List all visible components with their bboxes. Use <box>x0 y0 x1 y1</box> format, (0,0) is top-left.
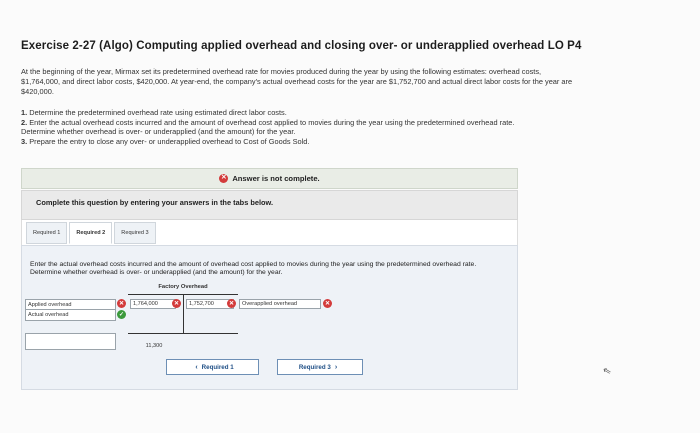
tab-required-3[interactable]: Required 3 <box>114 222 156 244</box>
debit-amount-input[interactable]: 1,764,000 <box>130 299 176 309</box>
prev-required-button[interactable]: ‹ Required 1 <box>166 359 259 375</box>
balance-amount[interactable]: 11,300 <box>130 341 178 351</box>
chevron-right-icon: › <box>334 363 338 371</box>
t-account-bottom-line <box>128 333 238 334</box>
cursor-icon: ⇖ <box>601 365 613 378</box>
next-required-button[interactable]: Required 3 › <box>277 359 363 375</box>
step-3: 3. Prepare the entry to close any over- … <box>21 136 310 146</box>
error-icon: ✕ <box>227 299 236 308</box>
blank-label-field[interactable] <box>25 333 116 350</box>
t-account-divider <box>183 294 184 334</box>
check-icon: ✓ <box>117 310 126 319</box>
complete-instructions: Complete this question by entering your … <box>21 190 518 220</box>
tab-required-1[interactable]: Required 1 <box>26 222 68 244</box>
error-icon: ✕ <box>323 299 332 308</box>
chevron-left-icon: ‹ <box>195 363 198 371</box>
answer-status-bar: ✕ Answer is not complete. <box>21 168 518 189</box>
step-1: 1. Determine the predetermined overhead … <box>21 108 287 117</box>
error-icon: ✕ <box>219 174 229 183</box>
tab-bar: Required 1 Required 2 Required 3 <box>26 222 158 244</box>
answer-status-text: Answer is not complete. <box>232 174 320 183</box>
row-label-column: Applied overhead Actual overhead <box>25 299 116 321</box>
error-icon: ✕ <box>117 299 126 308</box>
over-under-dropdown[interactable]: Overapplied overhead <box>239 299 321 309</box>
t-account-title: Factory Overhead <box>158 284 208 290</box>
error-icon: ✕ <box>172 299 181 308</box>
tab-required-2[interactable]: Required 2 <box>69 222 113 244</box>
step-2: 2. Enter the actual overhead costs incur… <box>21 117 515 137</box>
exercise-title: Exercise 2-27 (Algo) Computing applied o… <box>21 40 582 52</box>
exercise-intro: At the beginning of the year, Mirmax set… <box>21 67 573 96</box>
actual-overhead-dropdown[interactable]: Actual overhead <box>25 310 116 321</box>
required2-instructions: Enter the actual overhead costs incurred… <box>30 261 477 277</box>
applied-overhead-dropdown[interactable]: Applied overhead <box>25 299 116 310</box>
exercise-steps: 1. Determine the predetermined overhead … <box>21 108 541 146</box>
